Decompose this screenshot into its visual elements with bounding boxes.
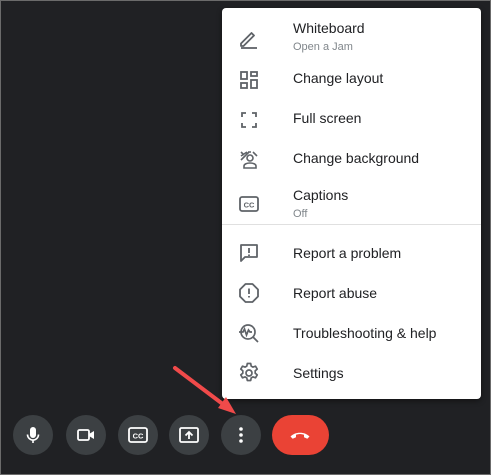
svg-text:CC: CC	[133, 432, 144, 441]
camera-icon	[77, 429, 94, 441]
report-abuse-label: Report abuse	[293, 285, 378, 301]
menu-item-change-layout[interactable]: Change layout	[222, 60, 481, 100]
whiteboard-sublabel: Open a Jam	[293, 41, 353, 53]
menu-item-troubleshooting[interactable]: Troubleshooting & help	[222, 313, 481, 353]
microphone-icon	[26, 427, 40, 443]
menu-item-change-background[interactable]: Change background	[222, 140, 481, 180]
gear-icon	[237, 361, 261, 385]
layout-icon	[237, 68, 261, 92]
troubleshoot-icon	[237, 321, 261, 345]
full-screen-label: Full screen	[293, 110, 362, 126]
more-options-button[interactable]	[221, 415, 261, 455]
present-button[interactable]	[169, 415, 209, 455]
menu-item-captions[interactable]: CC Captions Off	[222, 180, 481, 224]
background-icon	[237, 148, 261, 172]
fullscreen-icon	[237, 108, 261, 132]
menu-item-whiteboard[interactable]: Whiteboard Open a Jam	[222, 14, 481, 60]
captions-button[interactable]: CC	[118, 415, 158, 455]
cc-icon: CC	[237, 192, 261, 216]
menu-item-report-abuse[interactable]: Report abuse	[222, 273, 481, 313]
whiteboard-label: Whiteboard	[293, 20, 365, 36]
svg-text:CC: CC	[244, 201, 255, 210]
captions-icon: CC	[128, 427, 148, 443]
more-options-icon	[239, 427, 243, 443]
menu-divider	[222, 224, 481, 225]
feedback-icon	[237, 241, 261, 265]
present-icon	[179, 427, 199, 443]
troubleshooting-label: Troubleshooting & help	[293, 325, 437, 341]
end-call-button[interactable]	[272, 415, 329, 455]
settings-label: Settings	[293, 365, 344, 381]
pencil-icon	[237, 26, 261, 50]
change-layout-label: Change layout	[293, 70, 384, 86]
menu-item-full-screen[interactable]: Full screen	[222, 100, 481, 140]
captions-label: Captions	[293, 187, 349, 203]
end-call-icon	[290, 432, 310, 439]
microphone-button[interactable]	[13, 415, 53, 455]
menu-item-report-problem[interactable]: Report a problem	[222, 233, 481, 273]
menu-item-settings[interactable]: Settings	[222, 353, 481, 393]
change-background-label: Change background	[293, 150, 420, 166]
report-icon	[237, 281, 261, 305]
camera-button[interactable]	[66, 415, 106, 455]
more-options-menu: Whiteboard Open a Jam Change layout Full…	[222, 8, 481, 399]
captions-sublabel: Off	[293, 208, 308, 220]
report-problem-label: Report a problem	[293, 245, 402, 261]
